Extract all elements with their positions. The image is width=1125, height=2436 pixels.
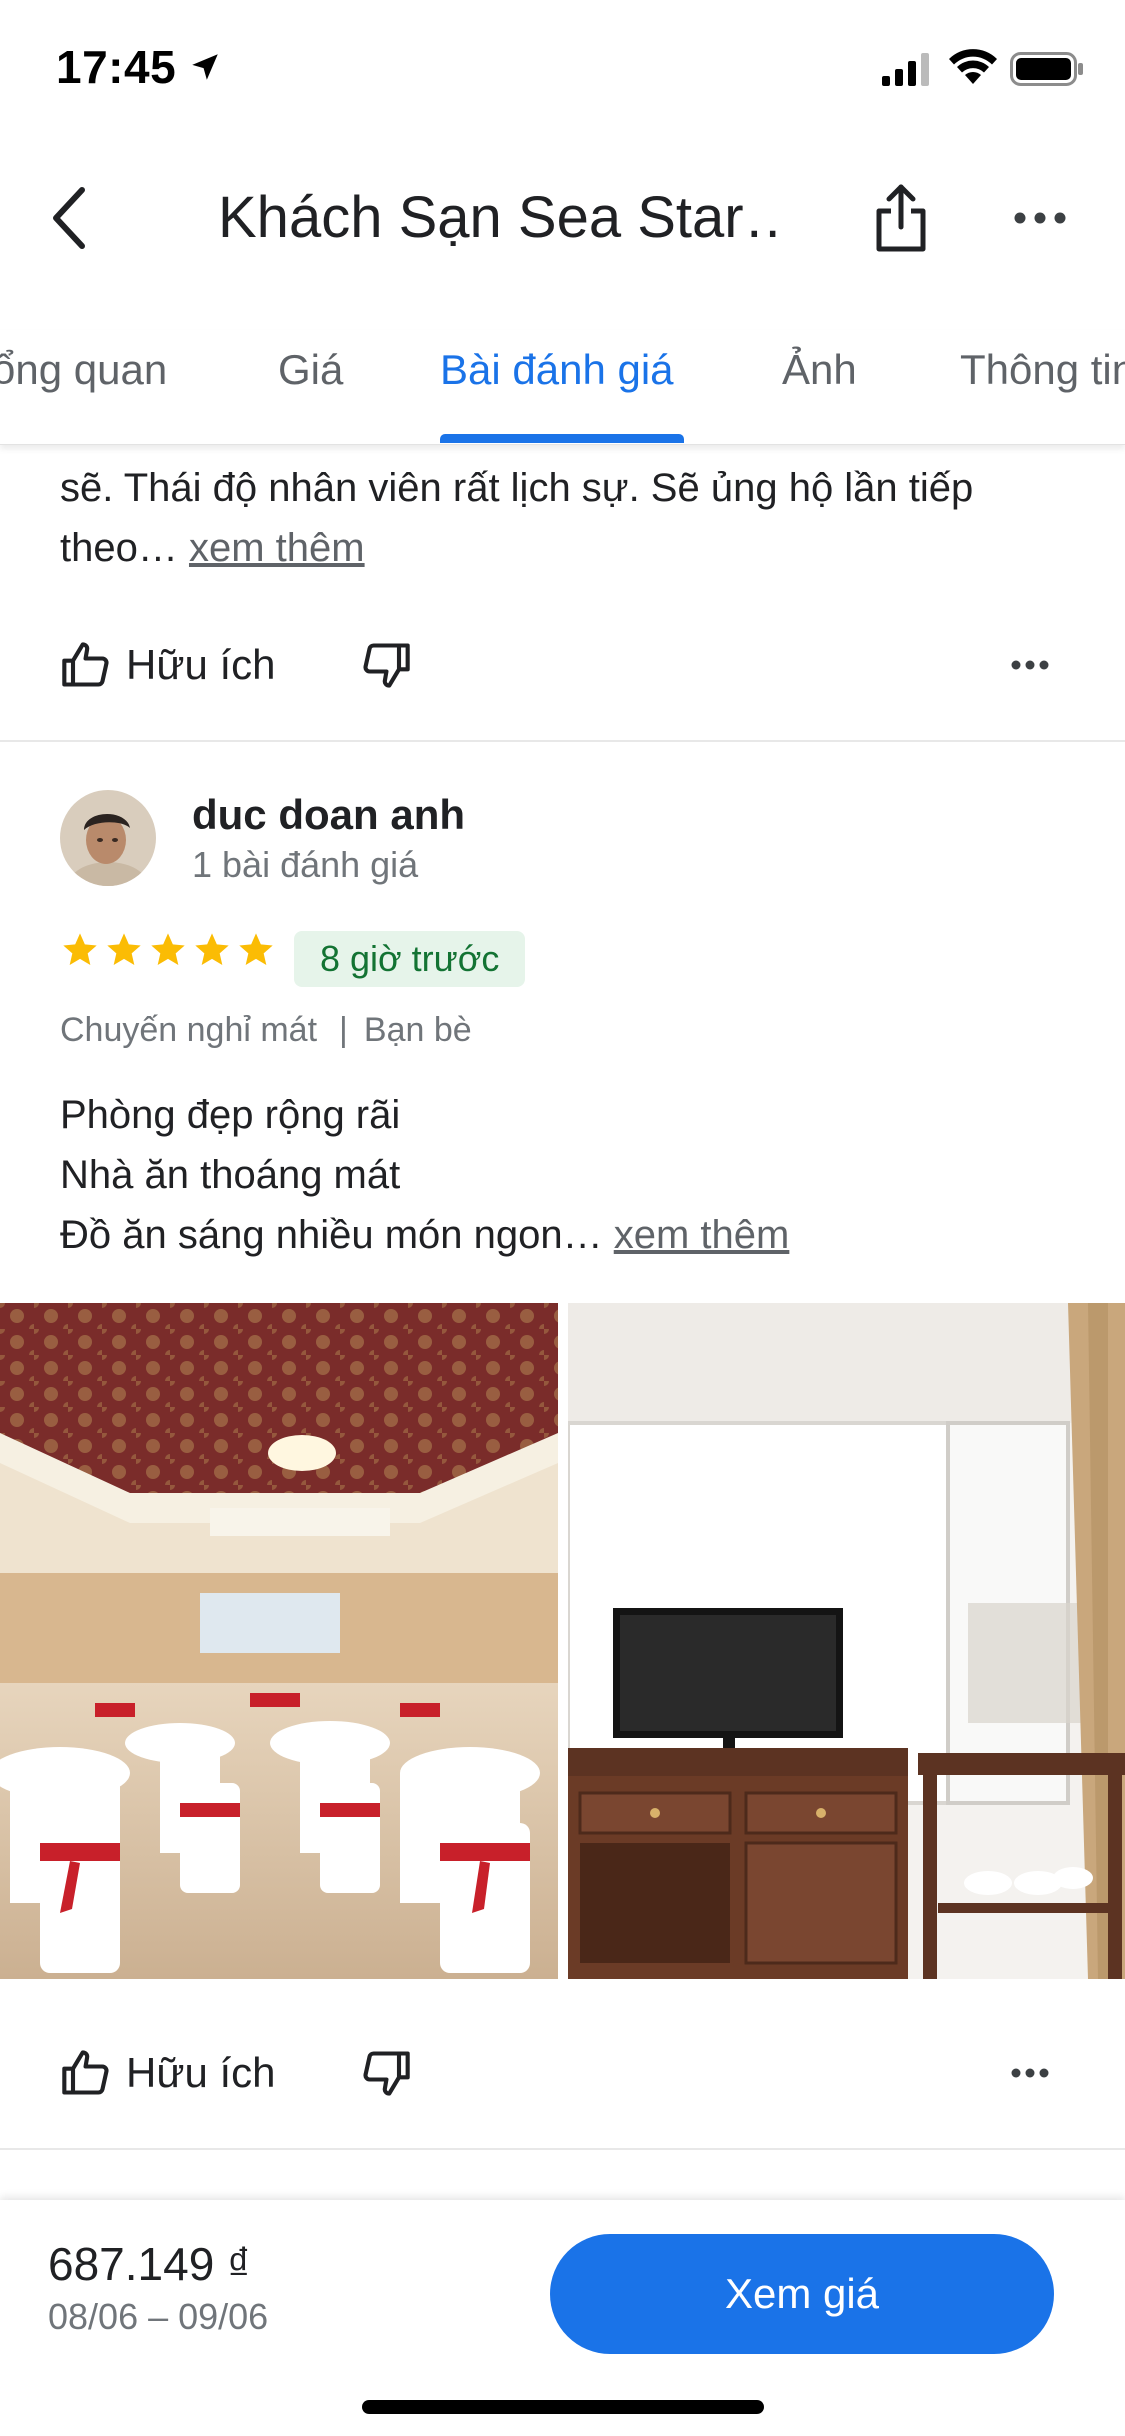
back-button[interactable]: [40, 178, 100, 258]
star-icon: [195, 933, 229, 965]
tab-prices[interactable]: Giá: [278, 340, 343, 400]
more-horizontal-icon: [1011, 2068, 1049, 2078]
review-actions: Hữu ích: [0, 2028, 1125, 2118]
review-photo-banquet-hall[interactable]: [0, 1303, 558, 1979]
app-header: Khách Sạn Sea Star…: [0, 150, 1125, 290]
tab-bar: ổng quan Giá Bài đánh giá Ảnh Thông tin: [0, 330, 1125, 445]
review-photo-room-tv[interactable]: [568, 1303, 1125, 1979]
star-icon: [63, 933, 97, 965]
cellular-signal-icon: [882, 53, 929, 86]
star-icon: [239, 933, 273, 965]
helpful-label: Hữu ích: [126, 2049, 276, 2096]
reviewer-review-count: 1 bài đánh giá: [192, 844, 419, 885]
thumbs-up-icon: [62, 2050, 109, 2095]
reviews-list[interactable]: sẽ. Thái độ nhân viên rất lịch sự. Sẽ ủn…: [0, 445, 1125, 2200]
trip-type: Chuyến nghỉ mát: [60, 1011, 318, 1049]
tab-reviews[interactable]: Bài đánh giá: [440, 340, 674, 400]
review-text: Phòng đẹp rộng rãi Nhà ăn thoáng mát Đồ …: [60, 1085, 1070, 1265]
more-options-button[interactable]: [1010, 178, 1070, 258]
more-horizontal-icon: [1014, 212, 1066, 224]
active-tab-indicator: [440, 434, 684, 443]
previous-review-more-link[interactable]: xem thêm: [189, 526, 365, 570]
thumbs-down-icon: [363, 643, 410, 688]
tab-about[interactable]: Thông tin: [960, 340, 1125, 400]
share-icon: [876, 184, 926, 252]
price-value: 687.149 ₫: [48, 2238, 251, 2290]
status-bar: 17:45: [0, 0, 1125, 135]
star-rating: [60, 930, 276, 970]
review-time-badge: 8 giờ trước: [294, 931, 526, 987]
view-prices-button[interactable]: Xem giá: [550, 2234, 1054, 2354]
previous-review-line: theo… xem thêm: [60, 526, 365, 570]
helpful-button[interactable]: Hữu ích: [60, 630, 276, 700]
review-text-line: Nhà ăn thoáng mát: [60, 1153, 401, 1197]
helpful-label: Hữu ích: [126, 641, 276, 688]
more-horizontal-icon: [1011, 660, 1049, 670]
star-icon: [151, 933, 185, 965]
not-helpful-button[interactable]: [356, 2038, 416, 2108]
review-divider: [0, 740, 1125, 742]
review-more-link[interactable]: xem thêm: [614, 1213, 790, 1257]
banquet-hall-photo: [0, 1303, 558, 1979]
not-helpful-button[interactable]: [356, 630, 416, 700]
helpful-button[interactable]: Hữu ích: [60, 2038, 276, 2108]
previous-review-line: sẽ. Thái độ nhân viên rất lịch sự. Sẽ ủn…: [60, 466, 974, 510]
reviewer-avatar[interactable]: [60, 790, 156, 886]
star-icon: [107, 933, 141, 965]
battery-icon: [1010, 52, 1083, 86]
review-more-button[interactable]: [1000, 630, 1060, 700]
review-text-line: Đồ ăn sáng nhiều món ngon… xem thêm: [60, 1213, 790, 1257]
tab-photos[interactable]: Ảnh: [782, 340, 857, 400]
status-time: 17:45: [56, 41, 177, 93]
chevron-left-icon: [53, 187, 85, 249]
trip-info-separator: |: [339, 1011, 348, 1049]
hotel-reviews-screen: 17:45 Khách Sạn Sea Star… ổng quan Giá B…: [0, 0, 1125, 2436]
avatar-photo: [60, 790, 156, 886]
previous-review-text: sẽ. Thái độ nhân viên rất lịch sự. Sẽ ủn…: [60, 458, 1070, 578]
tab-overview[interactable]: ổng quan: [0, 340, 167, 400]
trip-companion: Bạn bè: [363, 1011, 472, 1049]
stay-dates[interactable]: 08/06 – 09/06: [48, 2292, 268, 2342]
previous-review-actions: Hữu ích: [0, 620, 1125, 710]
trip-info: Chuyến nghỉ mát | Bạn bè: [60, 1005, 472, 1055]
share-button[interactable]: [868, 178, 934, 258]
room-tv-photo: [568, 1303, 1125, 1979]
review-divider: [0, 2148, 1125, 2150]
location-arrow-icon: [192, 54, 218, 80]
page-title: Khách Sạn Sea Star…: [218, 185, 788, 250]
review-text-line: Phòng đẹp rộng rãi: [60, 1093, 401, 1137]
review-more-button[interactable]: [1000, 2038, 1060, 2108]
thumbs-down-icon: [363, 2051, 410, 2096]
wifi-icon: [949, 49, 997, 84]
thumbs-up-icon: [62, 642, 109, 687]
home-indicator[interactable]: [362, 2400, 764, 2414]
reviewer-name[interactable]: duc doan anh: [192, 790, 465, 840]
